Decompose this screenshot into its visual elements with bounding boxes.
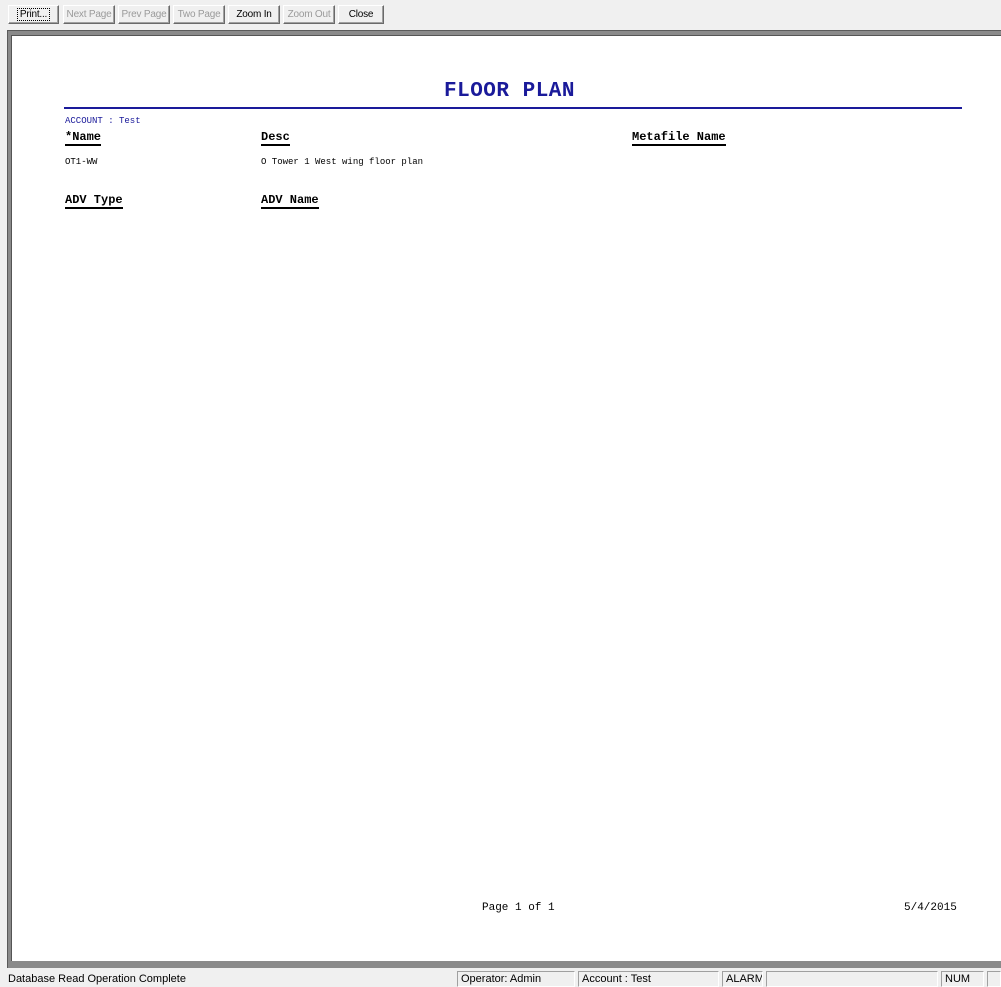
next-page-button[interactable]: Next Page xyxy=(63,5,115,24)
report-title: FLOOR PLAN xyxy=(443,80,576,103)
column-header-desc: Desc xyxy=(261,130,290,146)
prev-page-button[interactable]: Prev Page xyxy=(118,5,170,24)
column-header-adv-name: ADV Name xyxy=(261,193,319,209)
status-num: NUM xyxy=(941,971,984,987)
zoom-out-button[interactable]: Zoom Out xyxy=(283,5,335,24)
status-empty-pane xyxy=(766,971,938,987)
account-label: ACCOUNT : Test xyxy=(65,116,141,126)
print-button[interactable]: Print... xyxy=(8,5,59,24)
status-message: Database Read Operation Complete xyxy=(8,973,186,985)
page-number: Page 1 of 1 xyxy=(482,902,555,914)
title-rule xyxy=(64,107,962,109)
preview-toolbar: Print... Next Page Prev Page Two Page Zo… xyxy=(0,0,1001,30)
zoom-in-button[interactable]: Zoom In xyxy=(228,5,280,24)
report-date: 5/4/2015 xyxy=(904,902,957,914)
two-page-button[interactable]: Two Page xyxy=(173,5,225,24)
report-page: FLOOR PLAN ACCOUNT : Test *Name Desc Met… xyxy=(11,35,1001,961)
column-header-adv-type: ADV Type xyxy=(65,193,123,209)
row-name: OT1-WW xyxy=(65,157,98,167)
close-button[interactable]: Close xyxy=(338,5,384,24)
status-extra-pane xyxy=(987,971,1001,987)
status-alarm: ALARM xyxy=(722,971,763,987)
status-account: Account : Test xyxy=(578,971,719,987)
status-bar: Database Read Operation Complete Operato… xyxy=(0,971,1001,987)
status-operator: Operator: Admin xyxy=(457,971,575,987)
column-header-metafile: Metafile Name xyxy=(632,130,726,146)
print-preview-area[interactable]: FLOOR PLAN ACCOUNT : Test *Name Desc Met… xyxy=(7,30,1001,968)
column-header-name: *Name xyxy=(65,130,102,146)
row-desc: O Tower 1 West wing floor plan xyxy=(261,157,424,167)
